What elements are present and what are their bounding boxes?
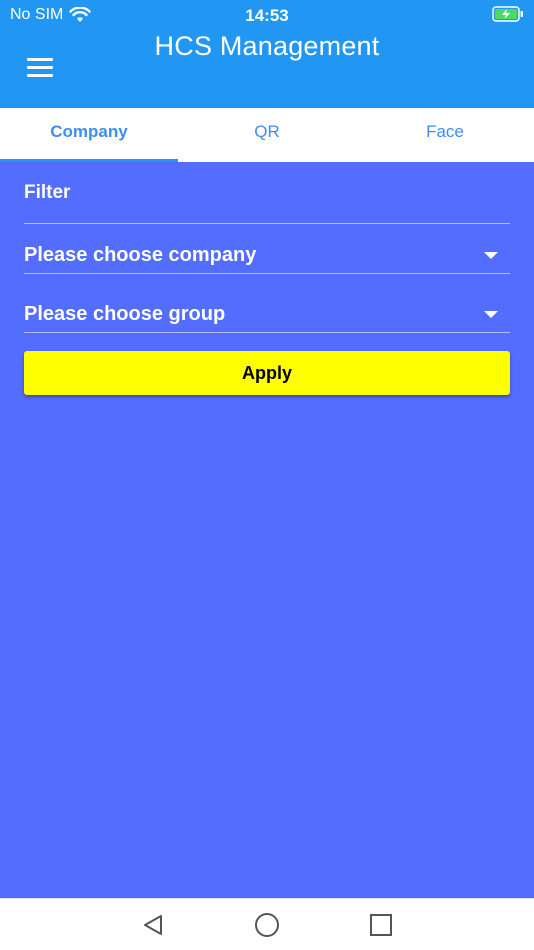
company-dropdown[interactable]: Please choose company bbox=[24, 224, 510, 274]
apply-button[interactable]: Apply bbox=[24, 351, 510, 395]
home-icon[interactable] bbox=[254, 912, 280, 938]
caret-down-icon bbox=[484, 252, 498, 259]
recents-icon[interactable] bbox=[368, 912, 394, 938]
tab-bar: Company QR Face bbox=[0, 108, 534, 162]
app-bar: No SIM 14:53 HCS Management bbox=[0, 0, 534, 108]
status-bar: No SIM 14:53 bbox=[0, 0, 534, 30]
tab-face[interactable]: Face bbox=[356, 108, 534, 162]
filter-panel: Filter Please choose company Please choo… bbox=[24, 162, 510, 395]
system-nav-bar bbox=[0, 898, 534, 950]
filter-heading: Filter bbox=[24, 182, 510, 224]
tab-company[interactable]: Company bbox=[0, 108, 178, 162]
page-title: HCS Management bbox=[154, 31, 380, 61]
group-dropdown-placeholder: Please choose group bbox=[24, 303, 226, 325]
caret-down-icon bbox=[484, 311, 498, 318]
status-time: 14:53 bbox=[245, 6, 289, 25]
company-dropdown-placeholder: Please choose company bbox=[24, 244, 257, 266]
back-icon[interactable] bbox=[140, 912, 166, 938]
battery-charging-icon bbox=[492, 6, 524, 27]
tab-qr[interactable]: QR bbox=[178, 108, 356, 162]
group-dropdown[interactable]: Please choose group bbox=[24, 282, 510, 333]
